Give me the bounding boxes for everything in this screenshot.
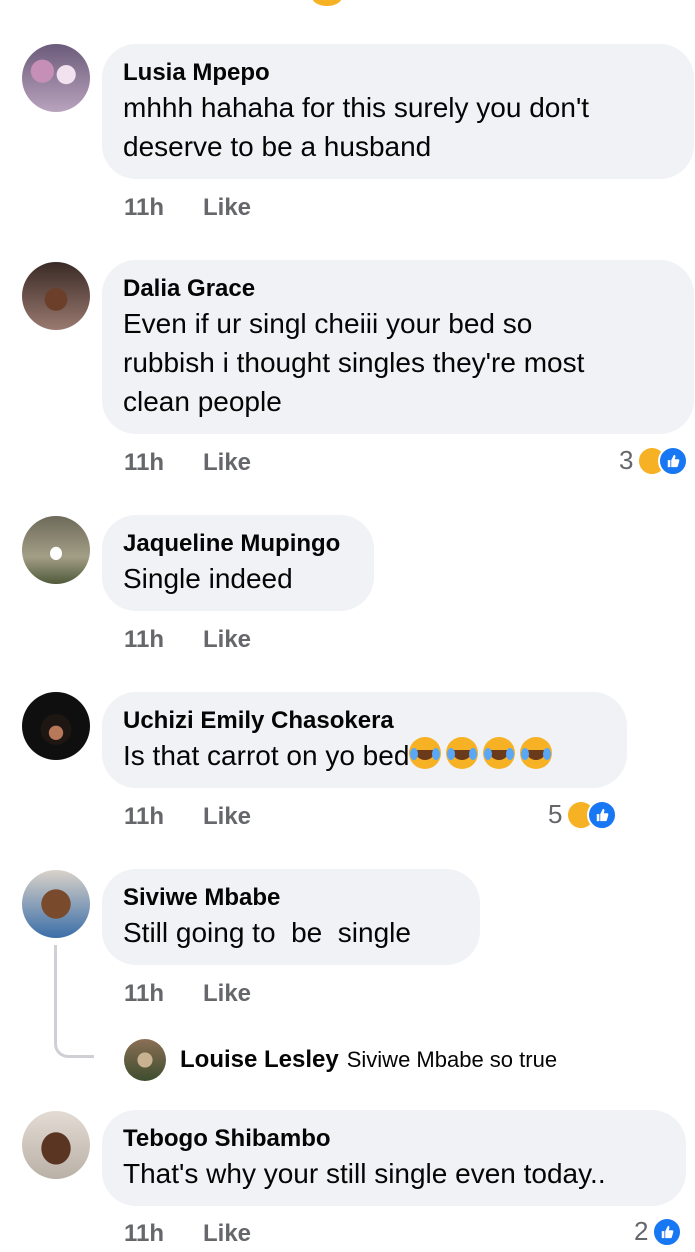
reply-text: Siviwe Mbabe so true: [346, 1047, 558, 1072]
timestamp[interactable]: 11h: [124, 626, 203, 654]
reply-author[interactable]: Louise Lesley: [180, 1046, 339, 1074]
author-name[interactable]: Tebogo Shibambo: [123, 1124, 664, 1154]
comment-bubble: Uchizi Emily Chasokera Is that carrot on…: [102, 692, 627, 788]
avatar[interactable]: [22, 870, 90, 938]
like-icon: [658, 445, 689, 476]
tears-of-joy-icon: [520, 737, 553, 769]
reaction-summary[interactable]: 2: [634, 1216, 683, 1247]
timestamp[interactable]: 11h: [124, 194, 203, 222]
like-button[interactable]: Like: [203, 803, 251, 831]
reaction-count: 2: [634, 1216, 649, 1246]
reaction-summary[interactable]: 3: [619, 445, 689, 476]
comment-bubble: Dalia Grace Even if ur singl cheiii your…: [102, 260, 694, 434]
comment-text: mhhh hahaha for this surely you don't de…: [123, 92, 590, 162]
cropped-emoji-fragment: [312, 0, 342, 6]
author-name[interactable]: Siviwe Mbabe: [123, 883, 458, 913]
comment-bubble: Jaqueline Mupingo Single indeed: [102, 515, 374, 611]
comment-bubble: Siviwe Mbabe Still going to be single: [102, 869, 480, 965]
like-button[interactable]: Like: [203, 626, 251, 654]
avatar[interactable]: [22, 692, 90, 760]
avatar[interactable]: [124, 1039, 166, 1081]
like-button[interactable]: Like: [203, 194, 251, 222]
author-name[interactable]: Jaqueline Mupingo: [123, 529, 352, 559]
comment-bubble: Lusia Mpepo mhhh hahaha for this surely …: [102, 44, 694, 179]
reaction-count: 5: [548, 799, 563, 829]
avatar[interactable]: [22, 1111, 90, 1179]
like-icon: [652, 1216, 683, 1247]
like-button[interactable]: Like: [203, 449, 251, 477]
avatar[interactable]: [22, 516, 90, 584]
comment-text: Single indeed: [123, 563, 293, 594]
like-button[interactable]: Like: [203, 1220, 251, 1248]
comment-text: That's why your still single even today.…: [123, 1158, 606, 1189]
timestamp[interactable]: 11h: [124, 449, 203, 477]
author-name[interactable]: Uchizi Emily Chasokera: [123, 706, 605, 736]
reaction-count: 3: [619, 445, 634, 475]
reply-preview[interactable]: Louise Lesley Siviwe Mbabe so true: [124, 1039, 557, 1081]
comment-text: Still going to be single: [123, 917, 411, 948]
comment-bubble: Tebogo Shibambo That's why your still si…: [102, 1110, 686, 1206]
avatar[interactable]: [22, 262, 90, 330]
reaction-summary[interactable]: 5: [548, 799, 618, 830]
comment-text: Is that carrot on yo bed: [123, 736, 605, 775]
like-button[interactable]: Like: [203, 980, 251, 1008]
tears-of-joy-icon: [483, 737, 516, 769]
author-name[interactable]: Lusia Mpepo: [123, 58, 672, 88]
author-name[interactable]: Dalia Grace: [123, 274, 672, 304]
tears-of-joy-icon: [446, 737, 479, 769]
like-icon: [587, 799, 618, 830]
tears-of-joy-icon: [409, 737, 442, 769]
comment-text: Even if ur singl cheiii your bed so rubb…: [123, 308, 585, 417]
timestamp[interactable]: 11h: [124, 1220, 203, 1248]
timestamp[interactable]: 11h: [124, 803, 203, 831]
reply-thread-line: [54, 945, 94, 1058]
avatar[interactable]: [22, 44, 90, 112]
timestamp[interactable]: 11h: [124, 980, 203, 1008]
